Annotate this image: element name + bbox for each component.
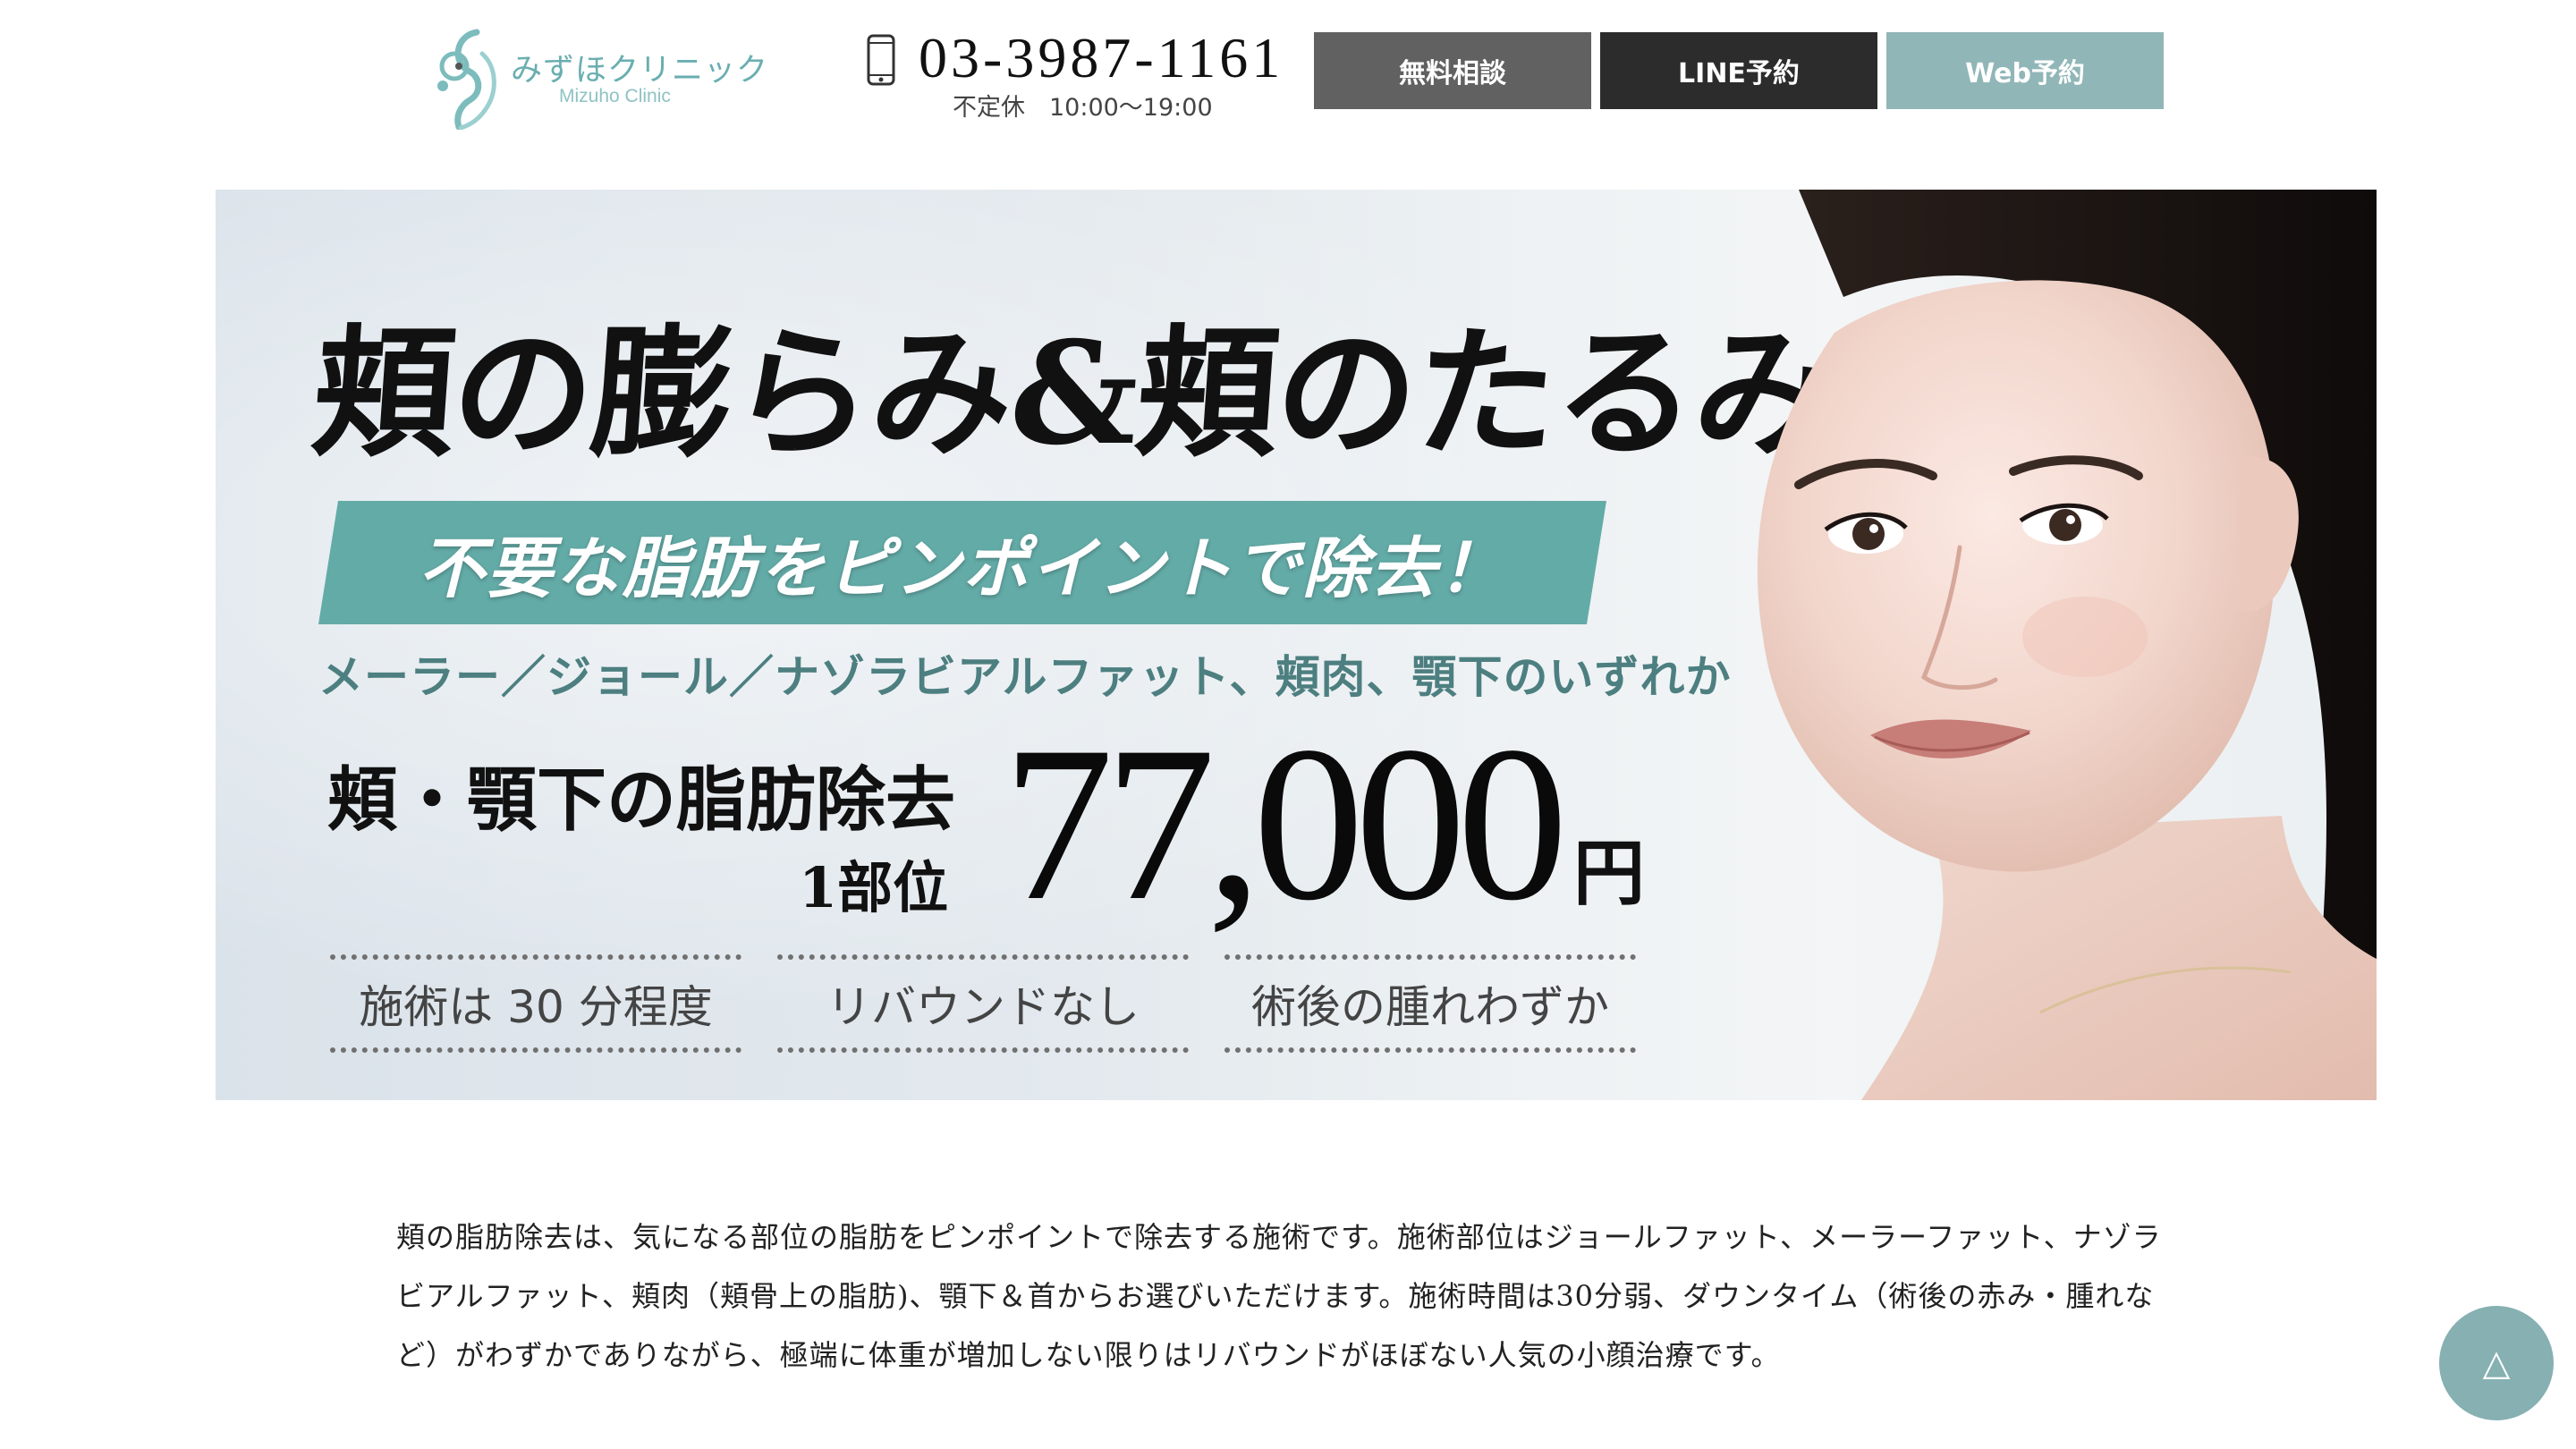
model-portrait-image: [1757, 190, 2377, 1100]
mobile-phone-icon: [867, 34, 895, 86]
price-label: 頬・顎下の脂肪除去: [327, 759, 956, 841]
logo-name-ja: みずほクリニック: [511, 53, 769, 89]
feature-minimal-swelling: 術後の腫れわずか: [1224, 954, 1636, 1053]
hero-target-areas: メーラー／ジョール／ナゾラビアルファット、頬肉、顎下のいずれか: [318, 651, 1732, 703]
phone-number[interactable]: 03-3987-1161: [919, 25, 1284, 91]
site-header: みずほクリニック Mizuho Clinic 03-3987-1161 不定休 …: [0, 0, 2576, 170]
hero-ribbon: 不要な脂肪をピンポイントで除去！: [318, 501, 1606, 624]
business-hours: 不定休 10:00〜19:00: [953, 94, 1213, 122]
price-value: 77,000: [1003, 700, 1568, 946]
treatment-description: 頬の脂肪除去は、気になる部位の脂肪をピンポイントで除去する施術です。施術部位はジ…: [396, 1220, 2162, 1372]
logo-name-en: Mizuho Clinic: [559, 86, 671, 106]
price-currency: 円: [1573, 831, 1645, 915]
scroll-to-top-button[interactable]: △: [2439, 1306, 2554, 1420]
free-consultation-button[interactable]: 無料相談: [1314, 32, 1591, 109]
feature-duration: 施術は 30 分程度: [330, 954, 741, 1053]
line-reservation-button[interactable]: LINE予約: [1600, 32, 1877, 109]
triangle-up-icon: △: [2482, 1343, 2511, 1384]
hero-headline: 頬の膨らみ&頬のたるみ: [307, 311, 1841, 477]
hero-banner: 頬の膨らみ&頬のたるみ 不要な脂肪をピンポイントで除去！ メーラー／ジョール／ナ…: [216, 190, 2377, 1100]
clinic-logo-mark-icon: [437, 29, 496, 130]
price-unit-label: 1部位: [799, 855, 949, 920]
clinic-logo[interactable]: みずほクリニック Mizuho Clinic: [425, 27, 767, 130]
feature-no-rebound: リバウンドなし: [777, 954, 1189, 1053]
phone-contact[interactable]: 03-3987-1161 不定休 10:00〜19:00: [863, 25, 1292, 125]
web-reservation-button[interactable]: Web予約: [1886, 32, 2164, 109]
hero-ribbon-text: 不要な脂肪をピンポイントで除去！: [419, 530, 1506, 607]
